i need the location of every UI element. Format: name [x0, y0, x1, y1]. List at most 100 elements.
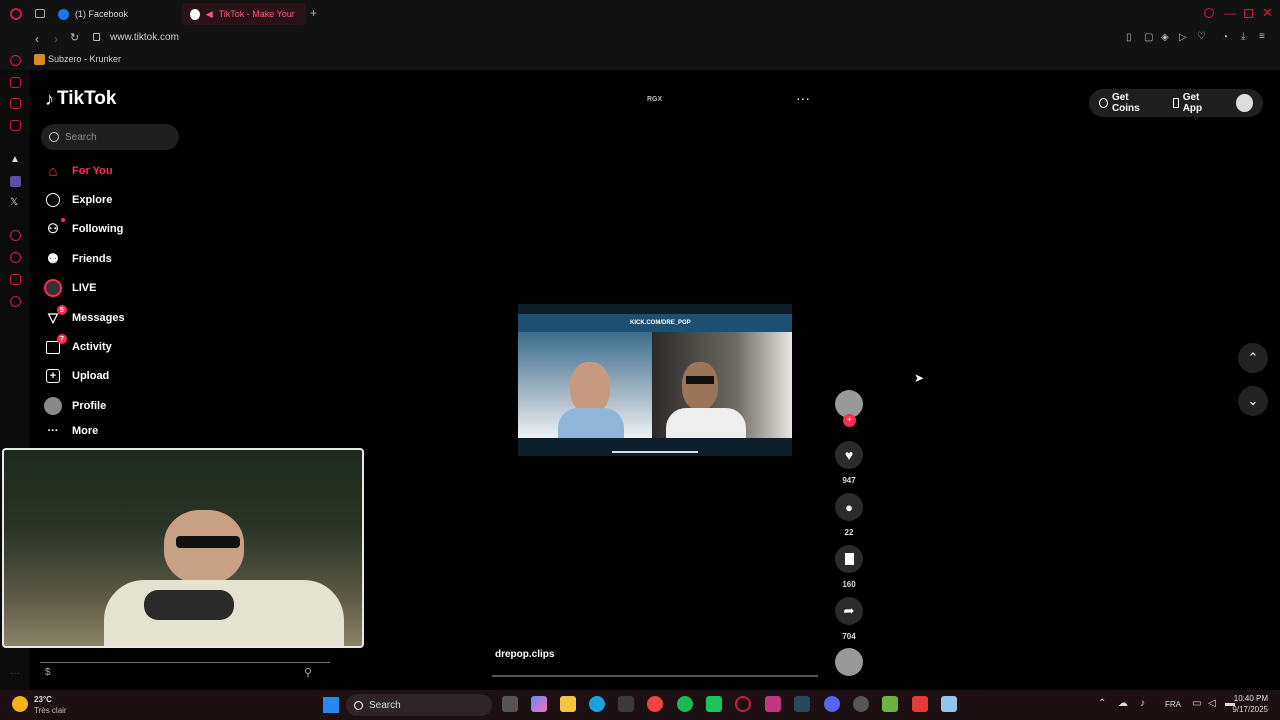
bookmark-krunker[interactable]: Subzero - Krunker	[48, 54, 121, 64]
video-author[interactable]: drepop.clips	[495, 649, 554, 660]
shield-icon[interactable]: ◈	[1161, 32, 1169, 43]
nav-upload[interactable]: + Upload	[44, 365, 109, 387]
store-icon[interactable]	[618, 696, 634, 712]
get-app-button[interactable]: Get App	[1163, 89, 1263, 117]
mute-icon[interactable]: ◀	[206, 9, 213, 20]
share-button[interactable]: ➦	[835, 597, 863, 625]
play-icon[interactable]: ▷	[1179, 32, 1187, 43]
next-video-button[interactable]: ⌄	[1238, 386, 1268, 416]
steam-icon[interactable]	[794, 696, 810, 712]
more-icon[interactable]: ···	[10, 668, 20, 679]
cube-icon[interactable]	[10, 274, 21, 285]
feed-progress[interactable]	[492, 675, 818, 677]
download-icon[interactable]: ⤓	[1241, 31, 1245, 42]
share-icon: ➦	[843, 603, 855, 618]
reload-icon[interactable]: ↻	[70, 31, 79, 44]
clock-time[interactable]: 10:40 PM	[1232, 694, 1268, 703]
nav-following[interactable]: ⚇ Following	[44, 218, 123, 240]
weather-temp[interactable]: 23°C	[34, 695, 52, 704]
tiktok-note-icon: ♪	[45, 88, 54, 109]
clock-icon[interactable]	[10, 252, 21, 263]
player-icon[interactable]	[10, 230, 21, 241]
new-tab-button[interactable]: +	[310, 6, 317, 20]
bookmark-button[interactable]	[835, 545, 863, 573]
history-icon[interactable]	[10, 55, 21, 66]
volume-icon[interactable]: ◁	[1208, 698, 1216, 709]
edge-icon[interactable]	[589, 696, 605, 712]
display-icon[interactable]: ▭	[1192, 698, 1201, 709]
get-coins-button[interactable]: Get Coins	[1089, 89, 1163, 117]
twitch-icon[interactable]	[10, 176, 21, 187]
bookmark-icon[interactable]: ▯	[1126, 32, 1132, 43]
bag-icon[interactable]	[10, 77, 21, 88]
opera-gx-icon[interactable]	[735, 696, 751, 712]
heart-icon[interactable]: ♡	[1197, 31, 1206, 42]
video-options-icon[interactable]: ···	[796, 90, 810, 106]
language-indicator[interactable]: FRA	[1165, 700, 1181, 709]
search-icon	[354, 700, 363, 710]
nav-profile[interactable]: Profile	[44, 395, 106, 417]
youtube-icon[interactable]	[912, 696, 928, 712]
dollar-icon: $	[45, 667, 51, 678]
wordpad-icon[interactable]	[853, 696, 869, 712]
tab-workspace-icon[interactable]	[35, 9, 45, 18]
nav-activity[interactable]: 7 Activity	[44, 334, 112, 358]
share-count: 704	[842, 632, 856, 641]
menu-icon[interactable]: ≡	[1259, 31, 1265, 42]
snapshot-icon[interactable]: ▢	[1144, 32, 1153, 43]
clock-date[interactable]: 9/17/2025	[1226, 705, 1268, 714]
messenger-icon[interactable]	[10, 98, 21, 109]
search-tabs-icon[interactable]	[1204, 8, 1214, 18]
nav-messages[interactable]: ▽ 5 Messages	[44, 305, 125, 329]
android-icon[interactable]	[882, 696, 898, 712]
search-input[interactable]: Search	[41, 124, 179, 150]
nav-explore[interactable]: Explore	[44, 189, 112, 211]
spotify-icon[interactable]	[677, 696, 693, 712]
follow-button[interactable]: +	[843, 414, 856, 427]
x-icon[interactable]: 𝕏	[10, 197, 18, 208]
photos-icon[interactable]	[941, 696, 957, 712]
sound-avatar[interactable]	[835, 648, 863, 676]
tray-expand-icon[interactable]: ⌃	[1098, 698, 1106, 709]
task-view-icon[interactable]	[502, 696, 518, 712]
taskbar-search[interactable]: Search	[346, 694, 492, 716]
progress-bar[interactable]	[612, 451, 698, 453]
like-button[interactable]: ♥	[835, 441, 863, 469]
nav-more[interactable]: ··· More	[44, 424, 99, 438]
user-icon: ⚲	[304, 667, 313, 679]
nav-friends[interactable]: ⚉ Friends	[44, 248, 112, 270]
settings-icon[interactable]	[10, 296, 21, 307]
minimize-button[interactable]: —	[1224, 6, 1236, 20]
file-explorer-icon[interactable]	[560, 696, 576, 712]
copilot-icon[interactable]	[531, 696, 547, 712]
coin-icon	[1099, 98, 1108, 108]
url-field[interactable]: www.tiktok.com	[110, 32, 179, 43]
onedrive-icon[interactable]: ☁	[1118, 698, 1128, 709]
chrome-icon[interactable]	[647, 696, 663, 712]
tab-facebook[interactable]: (1) Facebook	[50, 3, 180, 25]
back-icon[interactable]: ‹	[35, 32, 39, 46]
bookmarks-bar: Subzero - Krunker	[0, 50, 1280, 70]
forward-icon[interactable]: ›	[54, 32, 58, 46]
microphone-icon[interactable]: ♪	[1140, 698, 1145, 709]
previous-video-button[interactable]: ⌃	[1238, 343, 1268, 373]
restore-button[interactable]	[1244, 9, 1253, 18]
user-avatar[interactable]	[1236, 94, 1253, 112]
windows-start-icon[interactable]	[323, 697, 339, 713]
taskbar-search-label: Search	[369, 699, 401, 711]
kick-icon[interactable]	[706, 696, 722, 712]
aria-icon[interactable]: ▲	[10, 154, 20, 165]
instagram-icon[interactable]	[10, 120, 21, 131]
nav-live[interactable]: LIVE	[44, 277, 96, 299]
instagram-icon[interactable]	[765, 696, 781, 712]
opera-logo-icon[interactable]	[10, 8, 22, 20]
profile-icon[interactable]: ◔	[1222, 32, 1228, 43]
heart-icon: ♥	[844, 447, 854, 463]
comment-button[interactable]: ●	[835, 493, 863, 521]
tiktok-logo[interactable]: ♪ TikTok	[45, 88, 116, 110]
discord-icon[interactable]	[824, 696, 840, 712]
video-player[interactable]: KICK.COM/DRE_POP	[518, 304, 792, 456]
nav-for-you[interactable]: ⌂ For You	[44, 160, 112, 182]
tab-tiktok[interactable]: ◀ TikTok - Make Your Da	[182, 3, 306, 25]
close-button[interactable]: ✕	[1262, 5, 1273, 21]
